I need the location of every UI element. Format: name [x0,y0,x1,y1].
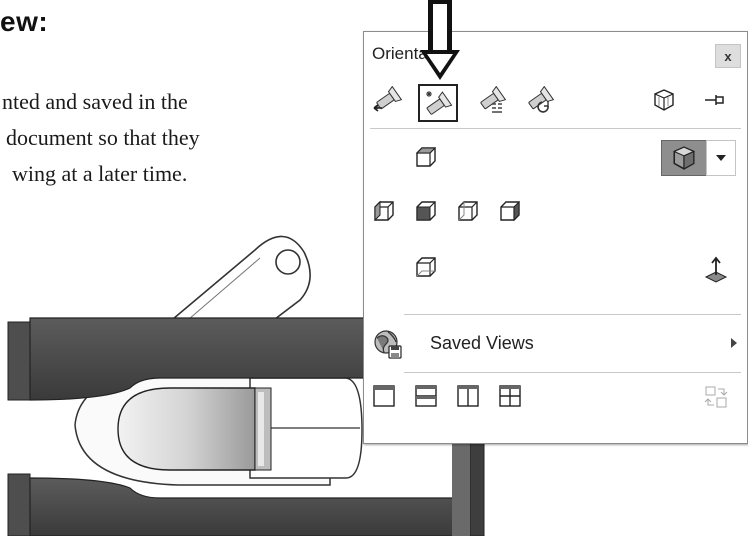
reset-standard-views-icon[interactable] [522,85,556,115]
single-view-icon[interactable] [368,380,400,412]
back-view-icon[interactable] [494,196,526,226]
chevron-down-icon[interactable] [706,140,736,176]
orientation-panel: Orientation x Saved Views [363,31,748,444]
body-line-2: document so that they [6,125,200,150]
saved-views-globe-icon [368,324,408,364]
part-slot [117,387,272,471]
top-view-icon[interactable] [410,142,442,172]
two-view-vertical-icon[interactable] [452,380,484,412]
section-heading: ew: [0,6,49,37]
previous-view-icon[interactable] [370,85,404,115]
body-line-1: nted and saved in the [2,89,188,114]
normal-to-icon[interactable] [700,252,732,286]
right-view-icon[interactable] [452,196,484,226]
pin-icon[interactable] [698,87,732,113]
views-divider [404,314,741,315]
display-style-button[interactable] [661,140,707,176]
new-view-icon[interactable] [418,84,458,122]
close-button[interactable]: x [715,44,741,68]
toolbar-divider [370,128,741,129]
two-view-horizontal-icon[interactable] [410,380,442,412]
saved-divider [404,372,741,373]
view-selector-icon[interactable] [648,85,680,115]
link-views-icon[interactable] [700,382,732,412]
body-line-3: wing at a later time. [12,161,188,186]
bottom-view-icon[interactable] [410,252,442,282]
four-view-icon[interactable] [494,380,526,412]
submenu-arrow-icon [731,338,737,348]
front-view-icon[interactable] [410,196,442,226]
body-text: nted and saved in the document so that t… [0,84,340,192]
callout-arrow [420,0,460,80]
left-view-icon[interactable] [368,196,400,226]
update-standard-views-icon[interactable] [474,85,508,115]
saved-views-menu-item[interactable]: Saved Views [430,333,534,354]
